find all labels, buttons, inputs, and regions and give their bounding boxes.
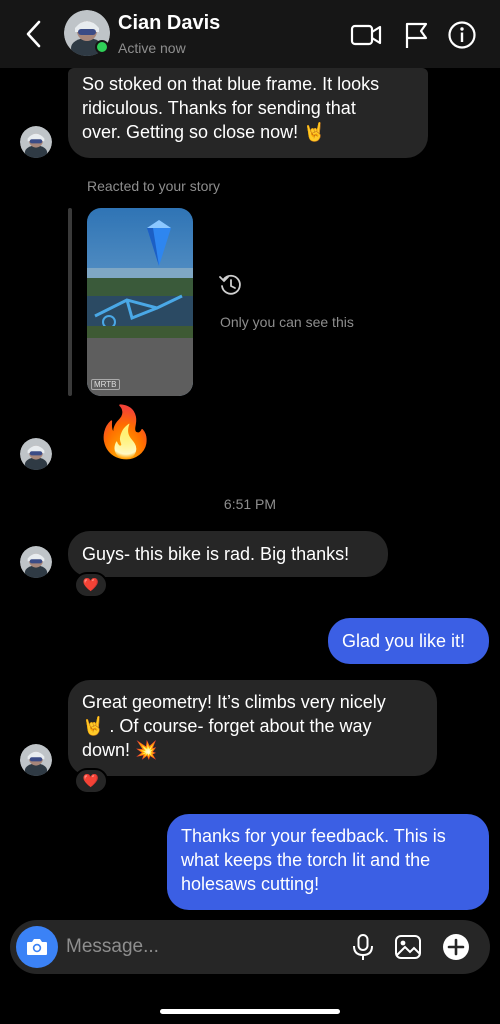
message-text: Guys- this bike is rad. Big thanks! bbox=[82, 544, 350, 564]
camera-icon bbox=[27, 939, 47, 955]
message-bubble-outgoing[interactable]: Glad you like it! bbox=[328, 618, 489, 664]
message-composer bbox=[10, 920, 490, 974]
fire-emoji: 🔥 bbox=[94, 404, 157, 460]
story-caption: Reacted to your story bbox=[87, 178, 221, 194]
message-input[interactable] bbox=[66, 934, 326, 960]
online-indicator bbox=[95, 40, 109, 54]
sender-avatar bbox=[20, 126, 52, 158]
story-note: Only you can see this bbox=[220, 314, 354, 330]
message-line: So stoked on that blue frame. It looks bbox=[82, 74, 380, 94]
story-tag: MRTB bbox=[91, 379, 120, 390]
timestamp: 6:51 PM bbox=[223, 496, 277, 512]
heart-reaction[interactable]: ❤️ bbox=[74, 572, 108, 598]
message-line: down! 💥 bbox=[82, 740, 158, 760]
flag-icon[interactable] bbox=[402, 20, 432, 50]
heart-icon: ❤️ bbox=[82, 773, 100, 788]
heart-reaction[interactable]: ❤️ bbox=[74, 768, 108, 794]
message-line: 🤘 . Of course- forget about the way bbox=[82, 716, 372, 736]
video-call-icon[interactable] bbox=[350, 20, 382, 50]
message-bubble-outgoing[interactable]: Thanks for your feedback. This is what k… bbox=[167, 814, 489, 910]
message-text: Glad you like it! bbox=[342, 631, 466, 651]
message-line: ridiculous. Thanks for sending that bbox=[82, 98, 356, 118]
gallery-icon[interactable] bbox=[393, 932, 423, 962]
sender-avatar bbox=[20, 438, 52, 470]
story-reply-bar bbox=[68, 208, 72, 396]
story-thumbnail[interactable]: MRTB bbox=[87, 208, 193, 396]
message-line: over. Getting so close now! 🤘 bbox=[82, 122, 326, 142]
home-indicator bbox=[160, 1009, 340, 1014]
contact-status: Active now bbox=[118, 40, 186, 56]
message-line: what keeps the torch lit and the bbox=[181, 850, 431, 870]
sender-avatar bbox=[20, 546, 52, 578]
camera-button[interactable] bbox=[16, 926, 58, 968]
add-icon[interactable] bbox=[441, 932, 471, 962]
message-bubble[interactable]: Guys- this bike is rad. Big thanks! bbox=[68, 531, 388, 577]
info-icon[interactable] bbox=[447, 20, 477, 50]
contact-name[interactable]: Cian Davis bbox=[118, 12, 220, 35]
replay-icon bbox=[219, 274, 241, 295]
message-bubble[interactable]: Great geometry! It’s climbs very nicely … bbox=[68, 680, 437, 776]
message-bubble[interactable]: So stoked on that blue frame. It looks r… bbox=[68, 68, 428, 158]
microphone-icon[interactable] bbox=[348, 932, 378, 962]
back-chevron-icon[interactable] bbox=[20, 18, 48, 50]
heart-icon: ❤️ bbox=[82, 577, 100, 592]
message-line: Thanks for your feedback. This is bbox=[181, 826, 446, 846]
sender-avatar bbox=[20, 744, 52, 776]
message-line: Great geometry! It’s climbs very nicely bbox=[82, 692, 386, 712]
message-line: holesaws cutting! bbox=[181, 874, 320, 894]
chat-header: Cian Davis Active now bbox=[0, 0, 500, 68]
